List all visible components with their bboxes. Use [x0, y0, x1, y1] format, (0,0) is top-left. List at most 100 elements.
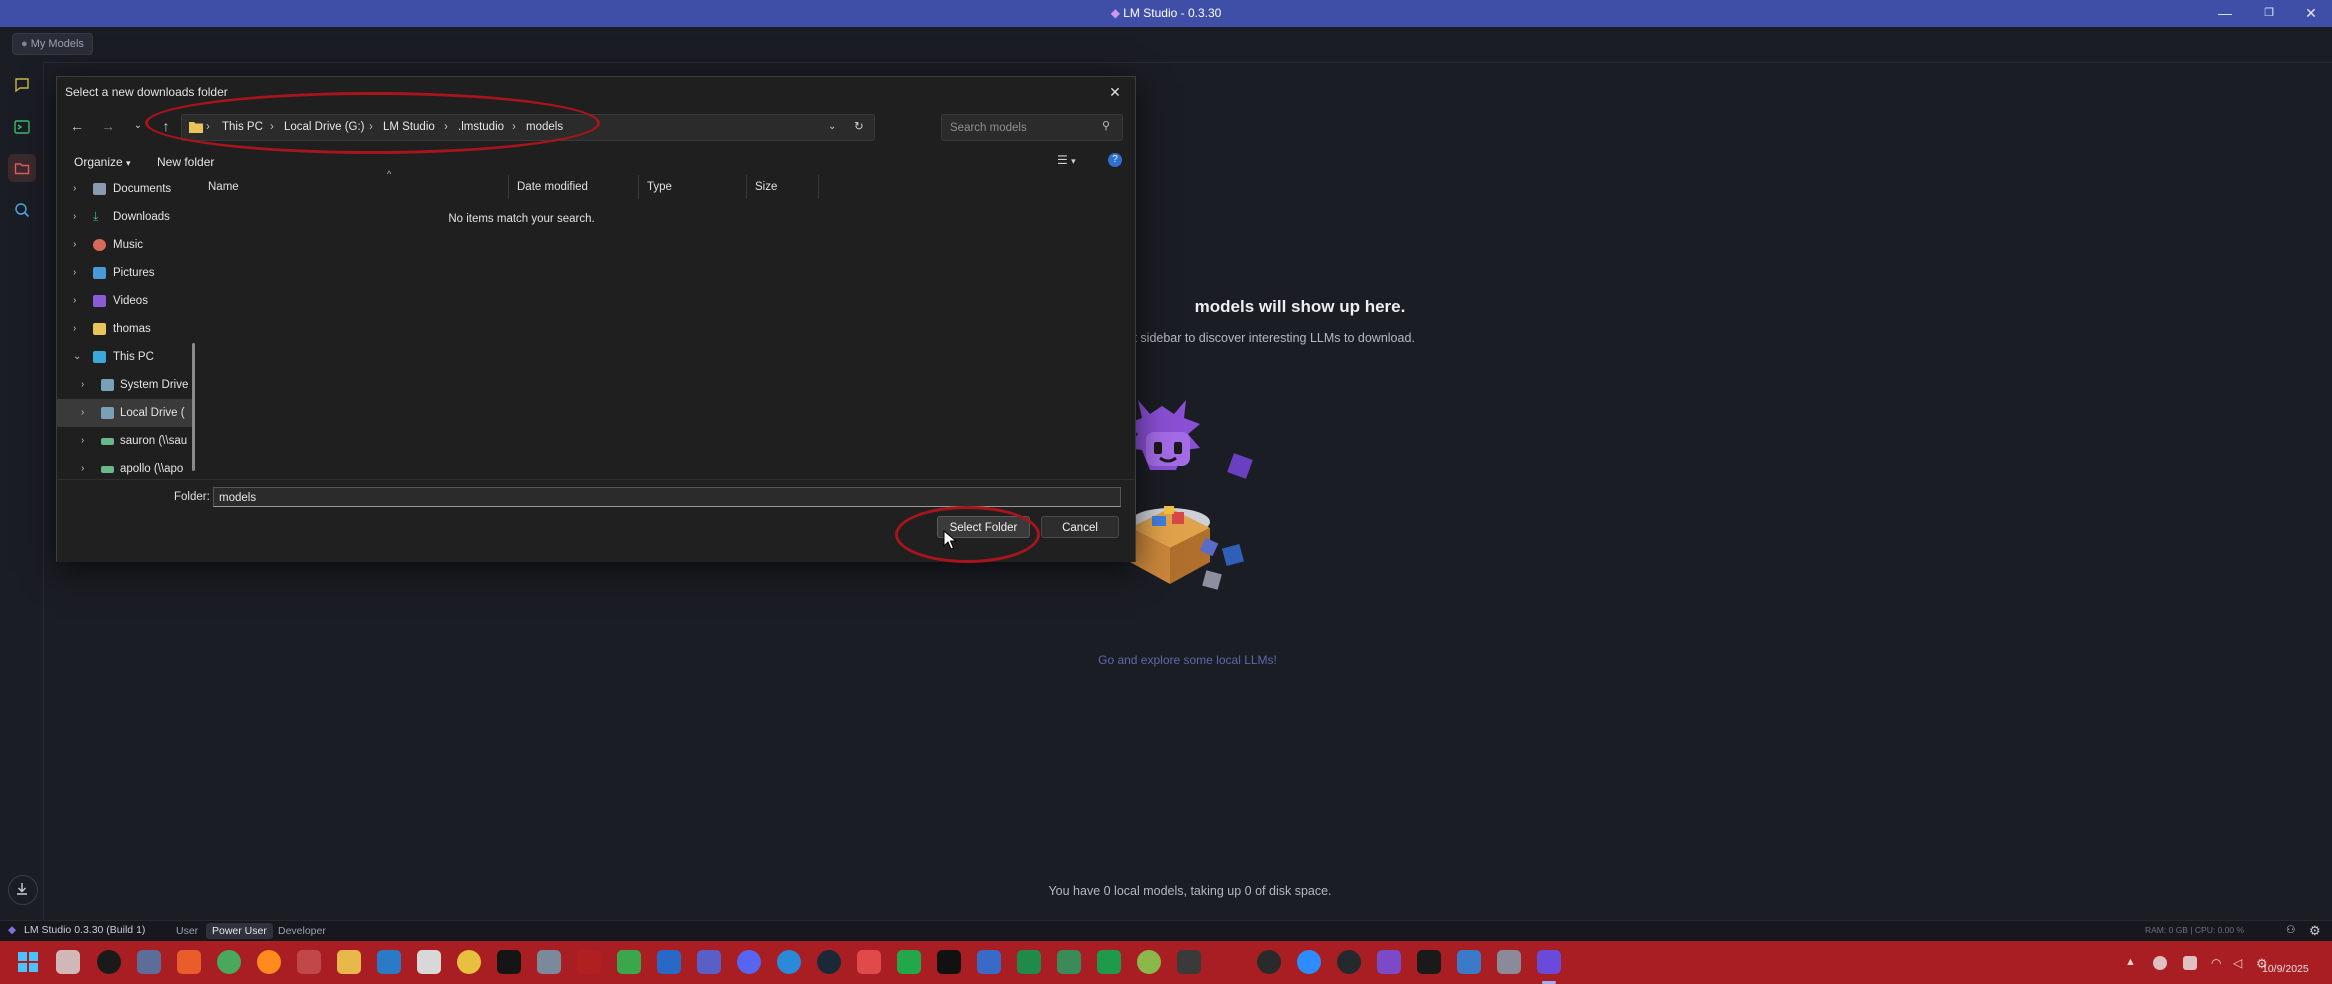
discord-icon[interactable]	[737, 950, 761, 974]
settings-app-icon[interactable]	[1497, 950, 1521, 974]
column-header-type[interactable]: Type	[639, 175, 747, 199]
nav-item-sauron[interactable]: › sauron (\\sau	[57, 427, 195, 455]
filezilla-icon[interactable]	[577, 950, 601, 974]
excel-icon[interactable]	[1097, 950, 1121, 974]
search-box[interactable]: ⚲	[941, 114, 1123, 141]
steam-icon[interactable]	[817, 950, 841, 974]
sidebar-item-my-models[interactable]	[8, 154, 36, 182]
brave-browser-icon[interactable]	[177, 950, 201, 974]
file-explorer-icon[interactable]	[337, 950, 361, 974]
date-display[interactable]: 10/9/2025	[2262, 963, 2309, 975]
column-header-name[interactable]: Name	[199, 175, 509, 199]
taskbar-app-icon[interactable]	[297, 950, 321, 974]
taskbar-app-icon[interactable]	[1137, 950, 1161, 974]
nav-item-apollo[interactable]: › apollo (\\apo	[57, 455, 195, 479]
taskbar-app-icon[interactable]	[1457, 950, 1481, 974]
taskbar-app-icon[interactable]	[1177, 950, 1201, 974]
taskbar-app-icon[interactable]	[1377, 950, 1401, 974]
nav-item-documents[interactable]: › Documents	[57, 175, 195, 203]
cancel-button[interactable]: Cancel	[1041, 516, 1119, 538]
taskbar-app-icon[interactable]	[137, 950, 161, 974]
new-folder-button[interactable]: New folder	[157, 155, 214, 169]
taskbar-app-icon[interactable]	[977, 950, 1001, 974]
breadcrumb[interactable]: ● My Models	[12, 33, 93, 55]
column-header-date-modified[interactable]: Date modified	[509, 175, 639, 199]
nav-item-music[interactable]: › Music	[57, 231, 195, 259]
volume-icon[interactable]: ◁	[2233, 956, 2247, 970]
breadcrumb-this-pc[interactable]: This PC	[222, 115, 263, 139]
taskbar-app-icon[interactable]	[377, 950, 401, 974]
organize-menu[interactable]: Organize ▾	[74, 155, 131, 169]
chevron-right-icon: ›	[73, 295, 77, 306]
taskbar-app-icon[interactable]	[657, 950, 681, 974]
taskbar-app-icon[interactable]	[777, 950, 801, 974]
close-window-button[interactable]: ✕	[2291, 0, 2331, 27]
column-header-size[interactable]: Size	[747, 175, 819, 199]
breadcrumb-lmstudio[interactable]: .lmstudio	[458, 115, 504, 139]
taskbar-app-icon[interactable]	[537, 950, 561, 974]
mode-power-user-button[interactable]: Power User	[206, 923, 273, 939]
chrome-browser-icon[interactable]	[217, 950, 241, 974]
breadcrumb-lm-studio[interactable]: LM Studio	[383, 115, 435, 139]
nav-item-pictures[interactable]: › Pictures	[57, 259, 195, 287]
mode-developer-button[interactable]: Developer	[272, 923, 332, 939]
computer-icon	[93, 351, 106, 363]
teams-icon[interactable]	[697, 950, 721, 974]
settings-gear-icon[interactable]: ⚙	[2309, 923, 2321, 939]
tray-app-icon[interactable]	[2153, 956, 2167, 970]
nav-item-local-drive[interactable]: › Local Drive (	[57, 399, 195, 427]
taskbar-app-icon[interactable]	[617, 950, 641, 974]
taskbar-app-icon[interactable]	[417, 950, 441, 974]
recent-locations-chevron-icon[interactable]: ⌄	[127, 115, 149, 137]
downloads-button[interactable]	[8, 875, 38, 905]
start-button[interactable]	[16, 950, 40, 974]
taskbar-app-icon[interactable]	[897, 950, 921, 974]
breadcrumb-models[interactable]: models	[526, 115, 563, 139]
nav-item-system-drive[interactable]: › System Drive	[57, 371, 195, 399]
back-arrow-icon[interactable]: ←	[66, 115, 88, 137]
taskbar-app-icon[interactable]	[1257, 950, 1281, 974]
terminal-app-icon[interactable]	[1417, 950, 1441, 974]
taskbar-app-icon[interactable]	[457, 950, 481, 974]
mouse-cursor-icon	[943, 530, 957, 550]
taskbar-app-icon[interactable]	[1017, 950, 1041, 974]
chevron-right-icon: ›	[81, 463, 85, 474]
nav-item-downloads[interactable]: › ⤓ Downloads	[57, 203, 195, 231]
wifi-icon[interactable]: ◠	[2211, 956, 2225, 970]
mode-user-button[interactable]: User	[170, 923, 204, 939]
up-arrow-icon[interactable]: ↑	[155, 115, 177, 137]
help-icon[interactable]: ?	[1108, 153, 1122, 167]
address-history-chevron-icon[interactable]: ⌄	[828, 115, 836, 139]
nav-item-videos[interactable]: › Videos	[57, 287, 195, 315]
sidebar-item-developer[interactable]	[8, 113, 36, 141]
user-icon[interactable]: ⚇	[2286, 924, 2295, 936]
taskbar-app-icon[interactable]	[97, 950, 121, 974]
search-input[interactable]	[948, 117, 1102, 139]
address-bar[interactable]: › This PC › Local Drive (G:) › LM Studio…	[181, 114, 875, 141]
taskbar-app-icon[interactable]	[857, 950, 881, 974]
nav-pane-scrollbar[interactable]	[192, 343, 195, 471]
sidebar-item-discover[interactable]	[8, 196, 36, 224]
taskbar-app-icon[interactable]	[1057, 950, 1081, 974]
close-icon[interactable]: ✕	[1101, 79, 1129, 105]
minimize-button[interactable]: —	[2205, 0, 2245, 27]
zoom-icon[interactable]	[1297, 950, 1321, 974]
taskbar-app-icon[interactable]	[937, 950, 961, 974]
taskbar-app-icon[interactable]	[56, 950, 80, 974]
sidebar-item-chat[interactable]	[8, 71, 36, 99]
folder-name-input[interactable]: models	[213, 487, 1121, 507]
explore-models-link[interactable]: Go and explore some local LLMs!	[1050, 653, 1325, 667]
breadcrumb-local-drive[interactable]: Local Drive (G:)	[284, 115, 365, 139]
refresh-icon[interactable]: ↻	[854, 115, 864, 139]
restore-button[interactable]: ❐	[2249, 0, 2289, 27]
nav-item-this-pc[interactable]: ⌄ This PC	[57, 343, 195, 371]
forward-arrow-icon[interactable]: →	[97, 115, 119, 137]
github-icon[interactable]	[1337, 950, 1361, 974]
firefox-browser-icon[interactable]	[257, 950, 281, 974]
view-options-icon[interactable]: ☰ ▾	[1057, 153, 1076, 167]
chevron-up-icon[interactable]: ▲	[2125, 956, 2139, 970]
terminal-app-icon[interactable]	[497, 950, 521, 974]
lm-studio-taskbar-icon[interactable]	[1537, 950, 1561, 974]
nav-item-thomas[interactable]: › thomas	[57, 315, 195, 343]
microphone-icon[interactable]	[2183, 956, 2197, 970]
